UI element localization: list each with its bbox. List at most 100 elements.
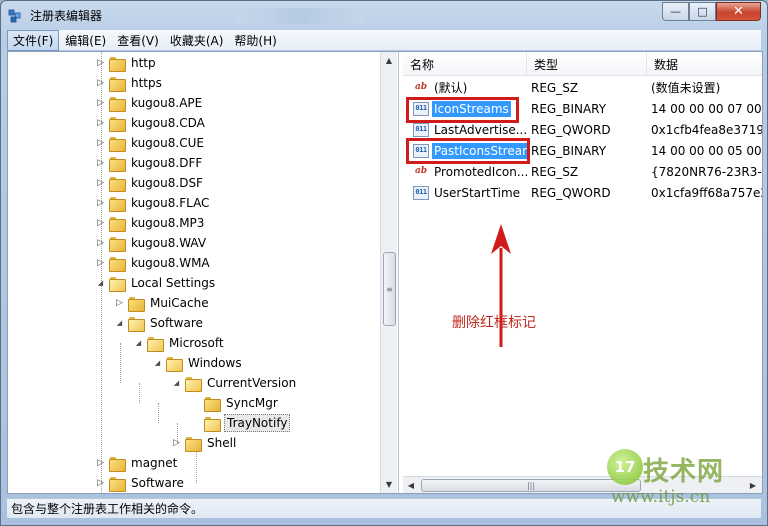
tree-node-label: Windows xyxy=(188,356,242,370)
expand-arrow-icon[interactable]: ▷ xyxy=(96,258,105,268)
tree-node[interactable]: ▷ kugou8.APE xyxy=(96,93,204,113)
maximize-button[interactable]: □ xyxy=(689,2,716,21)
tree-node-label: Microsoft xyxy=(169,336,224,350)
tree-node[interactable]: ◢ CurrentVersion xyxy=(172,373,298,393)
value-data-cell: (数值未设置) xyxy=(651,81,721,95)
status-text: 包含与整个注册表工作相关的命令。 xyxy=(11,502,204,516)
tree-node[interactable]: ▷ kugou8.FLAC xyxy=(96,193,211,213)
expand-arrow-icon[interactable]: ▷ xyxy=(96,238,105,248)
column-name[interactable]: 名称 xyxy=(403,52,527,76)
folder-icon xyxy=(109,136,126,152)
watermark-brand: 技术网 xyxy=(643,457,725,487)
folder-icon xyxy=(109,116,126,132)
registry-tree-pane[interactable]: ▲ ≡ ▼ ▷ http ▷ https ▷ kugou8.APE ▷ kugou8.CDA ▷… xyxy=(8,52,399,493)
close-button[interactable]: ✕ xyxy=(716,2,761,21)
tree-node[interactable]: ◢ Software xyxy=(115,313,205,333)
tree-node-label: Software xyxy=(131,476,184,490)
table-row[interactable]: 011 UserStartTime REG_QWORD 0x1cfa9ff68a757… xyxy=(403,182,762,203)
folder-icon xyxy=(109,196,126,212)
column-data[interactable]: 数据 xyxy=(647,52,762,76)
collapse-arrow-icon[interactable]: ◢ xyxy=(115,319,124,328)
tree-node[interactable]: ▷ https xyxy=(96,73,164,93)
red-arrow-icon xyxy=(491,224,511,347)
table-row[interactable]: ab PromotedIcon... REG_SZ {7820NR76-23R3-4 xyxy=(403,161,762,182)
binary-value-icon: 011 xyxy=(413,122,429,137)
expand-arrow-icon[interactable]: ▷ xyxy=(96,118,105,128)
tree-connector xyxy=(191,399,200,408)
tree-node[interactable]: ▷ kugou8.WMA xyxy=(96,253,212,273)
folder-icon xyxy=(109,96,126,112)
value-type-cell: REG_BINARY xyxy=(531,143,607,158)
tree-node[interactable]: ▷ Software xyxy=(96,473,186,493)
folder-icon xyxy=(185,376,202,392)
value-name-cell: ab (默认) xyxy=(403,78,527,97)
tree-node[interactable]: ◢ Microsoft xyxy=(134,333,226,353)
tree-node[interactable]: ▷ kugou8.DSF xyxy=(96,173,205,193)
tree-node[interactable]: ◢ Local Settings xyxy=(96,273,217,293)
expand-arrow-icon[interactable]: ▷ xyxy=(115,298,124,308)
table-row[interactable]: ab (默认) REG_SZ (数值未设置) xyxy=(403,77,762,98)
expand-arrow-icon[interactable]: ▷ xyxy=(96,198,105,208)
tree-node[interactable]: ▷ kugou8.CDA xyxy=(96,113,207,133)
collapse-arrow-icon[interactable]: ◢ xyxy=(172,379,181,388)
value-name-cell: 011 UserStartTime xyxy=(403,185,527,201)
blurred-title-overlay xyxy=(237,8,365,24)
list-header: 名称 类型 数据 xyxy=(403,52,762,76)
tree-node-label: kugou8.CDA xyxy=(131,116,205,130)
menu-view[interactable]: 查看(V) xyxy=(112,31,164,50)
tree-node[interactable]: ▷ Shell xyxy=(172,433,238,453)
string-value-icon: ab xyxy=(414,166,428,176)
tree-connector xyxy=(191,419,200,428)
scroll-down-arrow-icon[interactable]: ▼ xyxy=(381,476,397,493)
folder-icon xyxy=(147,336,164,352)
tree-vertical-scrollbar[interactable]: ▲ ≡ ▼ xyxy=(380,52,397,493)
tree-node[interactable]: ▷ kugou8.DFF xyxy=(96,153,204,173)
tree-guide-line xyxy=(120,343,121,383)
value-data-cell: 14 00 00 00 05 00 0 xyxy=(651,143,762,158)
expand-arrow-icon[interactable]: ▷ xyxy=(96,78,105,88)
menu-help[interactable]: 帮助(H) xyxy=(229,31,281,50)
tree-scroll-thumb[interactable]: ≡ xyxy=(383,252,396,326)
tree-node[interactable]: ▷ kugou8.CUE xyxy=(96,133,206,153)
binary-value-icon: 011 xyxy=(413,185,429,200)
tree-node[interactable]: ▷ kugou8.MP3 xyxy=(96,213,206,233)
tree-node[interactable]: ▷ kugou8.WAV xyxy=(96,233,208,253)
tree-node[interactable]: SyncMgr xyxy=(191,393,280,413)
folder-icon xyxy=(204,416,221,432)
menu-favorites[interactable]: 收藏夹(A) xyxy=(165,31,229,50)
tree-node[interactable]: ▷ MuiCache xyxy=(115,293,211,313)
tree-node-label: kugou8.MP3 xyxy=(131,216,205,230)
tree-node[interactable]: TrayNotify xyxy=(191,413,291,433)
tree-node-label: https xyxy=(131,76,162,90)
expand-arrow-icon[interactable]: ▷ xyxy=(96,138,105,148)
folder-icon xyxy=(109,216,126,232)
expand-arrow-icon[interactable]: ▷ xyxy=(96,458,105,468)
menu-edit[interactable]: 编辑(E) xyxy=(60,31,111,50)
value-type-cell: REG_QWORD xyxy=(531,185,611,200)
collapse-arrow-icon[interactable]: ◢ xyxy=(96,279,105,288)
menu-bar: 文件(F) 编辑(E) 查看(V) 收藏夹(A) 帮助(H) xyxy=(7,29,761,51)
expand-arrow-icon[interactable]: ▷ xyxy=(96,178,105,188)
value-data-cell: 0x1cfa9ff68a757e2 xyxy=(651,185,762,200)
expand-arrow-icon[interactable]: ▷ xyxy=(96,158,105,168)
column-type[interactable]: 类型 xyxy=(527,52,647,76)
tree-node[interactable]: ▷ magnet xyxy=(96,453,179,473)
scroll-up-arrow-icon[interactable]: ▲ xyxy=(381,52,397,69)
expand-arrow-icon[interactable]: ▷ xyxy=(96,218,105,228)
string-value-icon: ab xyxy=(414,82,428,92)
tree-node[interactable]: ◢ Windows xyxy=(153,353,244,373)
expand-arrow-icon[interactable]: ▷ xyxy=(96,98,105,108)
expand-arrow-icon[interactable]: ▷ xyxy=(96,58,105,68)
minimize-button[interactable]: — xyxy=(662,2,689,21)
value-data-cell: 14 00 00 00 07 00 0 xyxy=(651,101,762,116)
collapse-arrow-icon[interactable]: ◢ xyxy=(153,359,162,368)
collapse-arrow-icon[interactable]: ◢ xyxy=(134,339,143,348)
expand-arrow-icon[interactable]: ▷ xyxy=(172,438,181,448)
value-name: PromotedIcon... xyxy=(434,164,527,179)
title-bar[interactable]: 注册表编辑器 — □ ✕ xyxy=(1,1,767,30)
tree-node[interactable]: ▷ http xyxy=(96,53,158,73)
scroll-left-arrow-icon[interactable]: ◀ xyxy=(403,477,419,493)
expand-arrow-icon[interactable]: ▷ xyxy=(96,478,105,488)
folder-icon xyxy=(109,56,126,72)
menu-file[interactable]: 文件(F) xyxy=(7,29,60,51)
